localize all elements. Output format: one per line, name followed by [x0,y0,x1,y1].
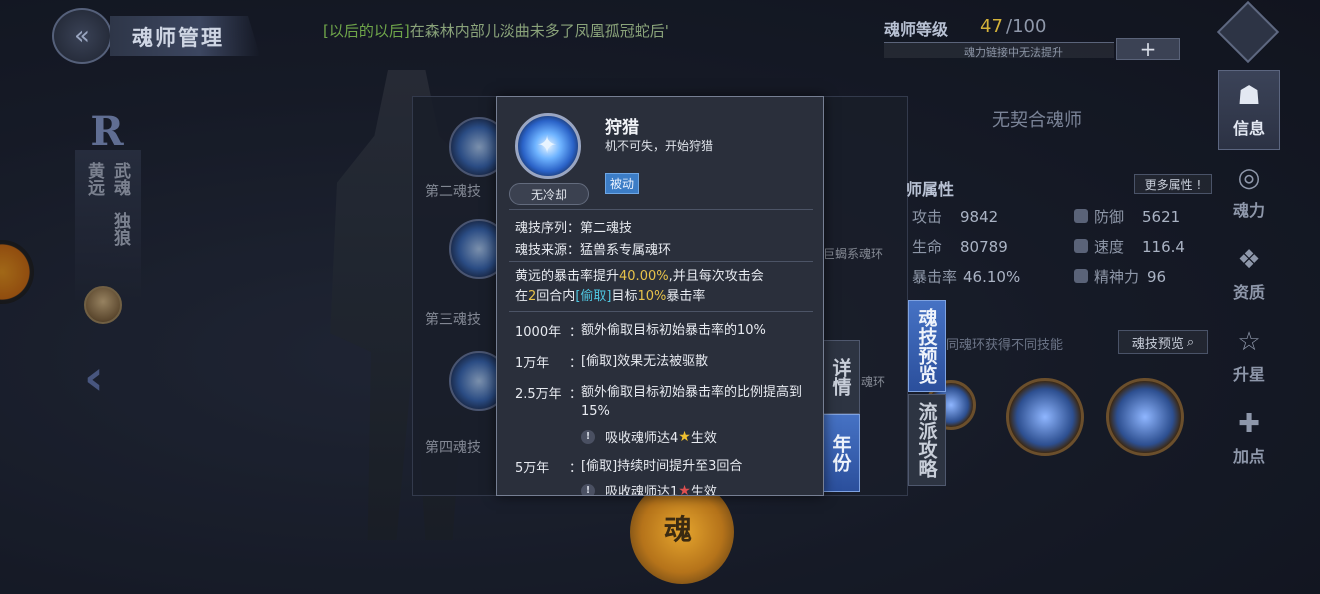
year-key: 5万年 [515,461,550,476]
spirit-icon [1074,269,1088,283]
skill-preview-button[interactable]: 魂技预览 ⌕ [1118,330,1208,354]
level-up-button[interactable]: + [1116,37,1180,61]
top-bar: « 魂师管理 [以后的以后]在森林内部儿淡曲未多了凤凰孤冠蛇后' 魂师等级 47… [0,0,1320,64]
year-key: 1万年 [515,356,550,371]
tab-skill-preview[interactable]: 魂技预览 [908,300,946,392]
marquee-notice: [以后的以后]在森林内部儿淡曲未多了凤凰孤冠蛇后' [323,20,703,41]
soul-core-label: 魂 [664,513,693,546]
tab-year[interactable]: 年份 [822,414,860,492]
skill-source: 魂技来源：猛兽系专属魂环 [515,243,672,258]
page-title: 魂师管理 [132,25,224,50]
marquee-prefix: [以后的以后] [323,22,410,40]
unlock-condition: ! 吸收魂师达4 ★ 生效 [581,427,717,446]
contract-status: 无契合魂师 [992,110,1082,131]
marquee-text: 在森林内部儿淡曲未多了凤凰孤冠蛇后' [409,22,669,40]
skill-name: 狩猎 [605,118,639,138]
stat-speed: 速度 116.4 [1094,238,1185,256]
talent-icon: ❖ [1237,245,1261,275]
soul-ring-orb[interactable] [1006,378,1084,456]
skill-order: 魂技序列：第二魂技 [515,221,633,236]
nav-talent[interactable]: ❖ 资质 [1218,234,1280,314]
nav-add-point[interactable]: ✚ 加点 [1218,398,1280,478]
soul-power-icon: ◎ [1237,163,1261,193]
warning-icon: ! [581,429,595,444]
year-key: 1000年 [515,325,562,340]
menu-diamond-icon[interactable] [1216,0,1280,64]
stat-attack: 攻击 9842 [912,208,999,226]
level-label: 魂师等级 [884,20,949,39]
stat-crit: 暴击率 46.10% [912,268,1021,286]
nav-star-up[interactable]: ☆ 升星 [1218,316,1280,396]
stat-defense: 防御 5621 [1094,208,1181,226]
divider [509,261,813,262]
level-max: /100 [1006,16,1047,37]
tab-detail[interactable]: 详情 [822,340,860,414]
attributes-title: 师属性 [906,180,955,199]
level-box: 魂师等级 47 /100 魂力链接中无法提升 + [872,8,1184,62]
speed-icon [1074,239,1088,253]
back-button[interactable]: « [52,8,112,64]
level-note: 魂力链接中无法提升 [964,46,1063,59]
more-attributes-button[interactable]: 更多属性 ! [1134,174,1212,194]
skill-tooltip: ✦ 无冷却 狩猎 机不可失，开始狩猎 被动 魂技序列：第二魂技 魂技来源：猛兽系… [496,96,824,496]
red-star-icon: ★ [678,482,691,496]
level-current: 47 [980,16,1003,37]
info-icon: ☗ [1237,81,1261,111]
back-arrow-icon: « [74,21,90,51]
unlock-condition: ! 吸收魂师达1 ★ 生效 [581,481,717,496]
defense-icon [1074,209,1088,223]
skill-effect: 黄远的暴击率提升40.00%,并且每次攻击会 在2回合内[偷取]目标10%暴击率 [515,269,764,304]
search-icon: ⌕ [1186,334,1195,350]
add-point-icon: ✚ [1238,409,1260,439]
claw-icon: ✦ [537,131,558,159]
star-icon: ★ [678,428,691,445]
passive-badge: 被动 [605,173,640,194]
nav-soul-power[interactable]: ◎ 魂力 [1218,152,1280,232]
divider [509,311,813,312]
year-value: 额外偷取目标初始暴击率的10% [581,323,766,338]
year-key: 2.5万年 [515,387,562,402]
stat-hp: 生命 80789 [912,238,1008,256]
year-value: [偷取]持续时间提升至3回合 [581,459,743,474]
divider [509,209,813,210]
soul-ring-orb[interactable] [1106,378,1184,456]
warning-icon: ! [581,483,595,495]
tab-school-guide[interactable]: 流派攻略 [908,394,946,486]
star-up-icon: ☆ [1237,327,1261,357]
stat-spirit: 精神力 96 [1094,268,1167,286]
ring-hint: 同魂环获得不同技能 [946,338,1064,353]
year-value: [偷取]效果无法被驱散 [581,354,709,369]
nav-info[interactable]: ☗ 信息 [1218,70,1280,150]
cooldown-label: 无冷却 [509,183,589,205]
year-value: 额外偷取目标初始暴击率的比例提高到15% [581,385,803,419]
right-nav: ☗ 信息 ◎ 魂力 ❖ 资质 ☆ 升星 ✚ 加点 [1218,70,1280,474]
skill-description: 机不可失，开始狩猎 [605,139,714,153]
